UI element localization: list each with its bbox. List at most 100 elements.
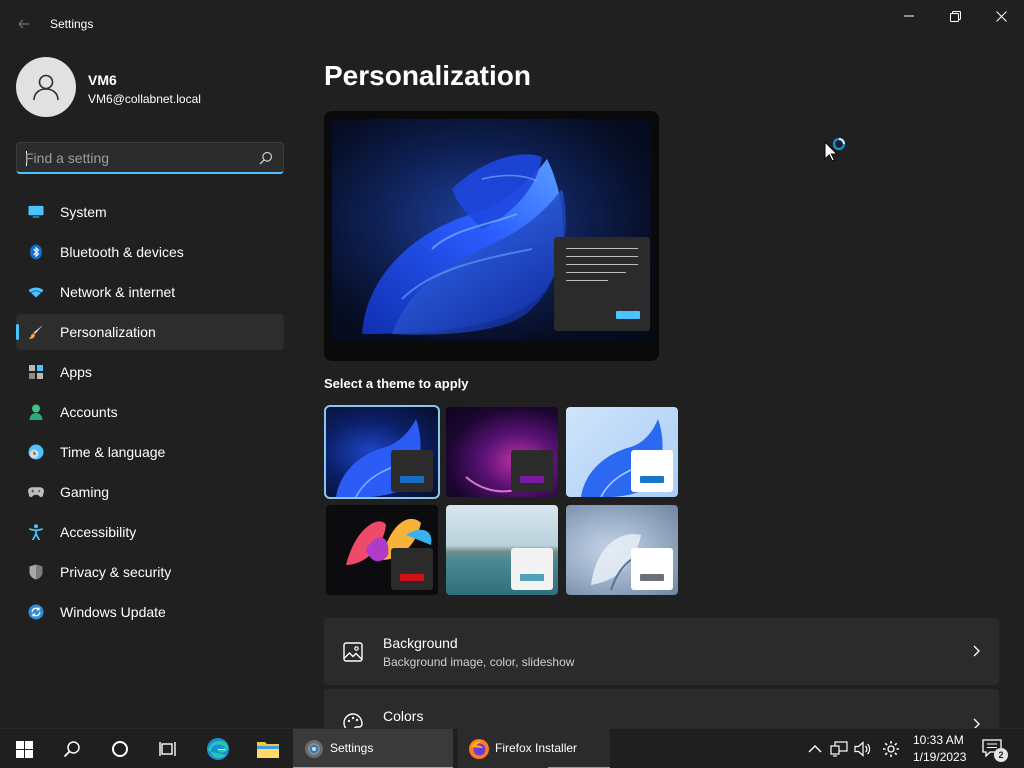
back-arrow-icon [18, 19, 29, 29]
restore-button[interactable] [932, 0, 978, 32]
sidebar-item-label: Gaming [60, 484, 110, 500]
file-explorer-button[interactable] [244, 729, 292, 768]
edge-button[interactable] [194, 729, 242, 768]
theme-preview [324, 111, 659, 361]
task-view-button[interactable] [144, 729, 192, 768]
palette-icon [343, 713, 363, 728]
theme-accent-swatch [640, 574, 664, 581]
sidebar-item-system[interactable]: System [16, 194, 284, 230]
notification-count-badge: 2 [994, 748, 1008, 762]
nav-list: System Bluetooth & devices Network & int… [16, 194, 284, 634]
chevron-right-icon [973, 718, 980, 728]
cortana-button[interactable] [96, 729, 144, 768]
chevron-right-icon [973, 645, 980, 657]
sidebar-item-apps[interactable]: Apps [16, 354, 284, 390]
sidebar-item-label: Time & language [60, 444, 166, 460]
close-button[interactable] [978, 0, 1024, 32]
sidebar-item-privacy[interactable]: Privacy & security [16, 554, 284, 590]
sidebar-item-label: Bluetooth & devices [60, 244, 184, 260]
background-setting-card[interactable]: Background Background image, color, slid… [324, 618, 999, 685]
theme-accent-swatch [520, 476, 544, 483]
theme-window-preview [391, 450, 433, 492]
minimize-icon [904, 15, 914, 17]
back-button[interactable] [10, 12, 38, 36]
theme-accent-swatch [400, 574, 424, 581]
preview-text-line [566, 280, 608, 281]
taskbar-app-label: Settings [330, 741, 374, 755]
preview-accent-button [616, 311, 640, 319]
theme-window-preview [511, 450, 553, 492]
search-icon [63, 741, 80, 758]
user-name: VM6 [88, 72, 117, 88]
card-subtitle: Background image, color, slideshow [383, 655, 575, 669]
sidebar-item-label: System [60, 204, 107, 220]
colors-setting-card[interactable]: Colors [324, 689, 999, 728]
windows-start-icon [15, 740, 33, 758]
sidebar-item-accessibility[interactable]: Accessibility [16, 514, 284, 550]
sidebar: VM6 VM6@collabnet.local System Bluetooth… [0, 48, 300, 728]
sidebar-item-label: Network & internet [60, 284, 176, 300]
sidebar-item-time-language[interactable]: Time & language [16, 434, 284, 470]
preview-text-line [566, 272, 626, 273]
sidebar-item-gaming[interactable]: Gaming [16, 474, 284, 510]
theme-thumbnail-captured-motion[interactable] [326, 505, 438, 595]
sidebar-item-label: Accessibility [60, 524, 137, 540]
notification-center-button[interactable]: 2 [982, 739, 1008, 762]
taskbar-app-firefox-installer[interactable]: Firefox Installer [458, 729, 610, 768]
volume-icon [854, 741, 871, 757]
clock-time[interactable]: 10:33 AM [913, 733, 964, 747]
settings-tray-button[interactable] [882, 740, 900, 758]
image-icon [343, 642, 363, 662]
theme-accent-swatch [520, 574, 544, 581]
sidebar-item-accounts[interactable]: Accounts [16, 394, 284, 430]
sidebar-item-bluetooth[interactable]: Bluetooth & devices [16, 234, 284, 270]
preview-text-line [566, 256, 638, 257]
theme-window-preview [511, 548, 553, 590]
sidebar-item-label: Personalization [60, 324, 156, 340]
user-avatar-icon [33, 74, 59, 101]
task-view-icon [159, 742, 176, 756]
theme-window-preview [631, 548, 673, 590]
user-profile[interactable]: VM6 VM6@collabnet.local [16, 57, 286, 117]
sidebar-item-label: Apps [60, 364, 92, 380]
theme-thumbnail-glow[interactable] [446, 407, 558, 497]
search-box[interactable] [16, 142, 284, 174]
search-icon[interactable] [259, 151, 273, 165]
theme-thumbnail-sunrise[interactable] [446, 505, 558, 595]
volume-tray-button[interactable] [854, 740, 872, 758]
theme-window-preview [631, 450, 673, 492]
sidebar-item-label: Privacy & security [60, 564, 172, 580]
theme-thumbnail-dark-bloom[interactable] [324, 405, 440, 499]
taskbar-search-button[interactable] [48, 729, 96, 768]
show-hidden-icons-button[interactable] [806, 740, 824, 758]
title-bar: Settings [0, 0, 1024, 48]
firefox-icon [469, 739, 489, 759]
user-email: VM6@collabnet.local [88, 92, 201, 106]
main-content: Personalization Select a theme to apply … [300, 48, 1024, 728]
system-display-icon [28, 204, 44, 220]
taskbar-app-label: Firefox Installer [495, 741, 578, 755]
accessibility-icon [28, 524, 44, 540]
sidebar-item-personalization[interactable]: Personalization [16, 314, 284, 350]
search-input[interactable] [25, 147, 245, 169]
clock-date[interactable]: 1/19/2023 [913, 750, 966, 764]
preview-text-line [566, 264, 638, 265]
theme-accent-swatch [640, 476, 664, 483]
theme-thumbnail-flow[interactable] [566, 505, 678, 595]
minimize-button[interactable] [886, 0, 932, 32]
theme-accent-swatch [400, 476, 424, 483]
settings-gear-icon [305, 740, 323, 758]
file-explorer-icon [257, 742, 279, 758]
themes-heading: Select a theme to apply [324, 376, 469, 391]
accounts-icon [28, 404, 44, 420]
shield-icon [28, 564, 44, 580]
sidebar-item-windows-update[interactable]: Windows Update [16, 594, 284, 630]
cortana-icon [112, 741, 128, 757]
start-button[interactable] [0, 729, 48, 768]
restore-icon [949, 10, 961, 22]
theme-thumbnail-light-bloom[interactable] [566, 407, 678, 497]
taskbar-app-settings[interactable]: Settings [293, 729, 453, 768]
sidebar-item-network[interactable]: Network & internet [16, 274, 284, 310]
network-icon [830, 741, 848, 757]
network-tray-button[interactable] [830, 740, 848, 758]
